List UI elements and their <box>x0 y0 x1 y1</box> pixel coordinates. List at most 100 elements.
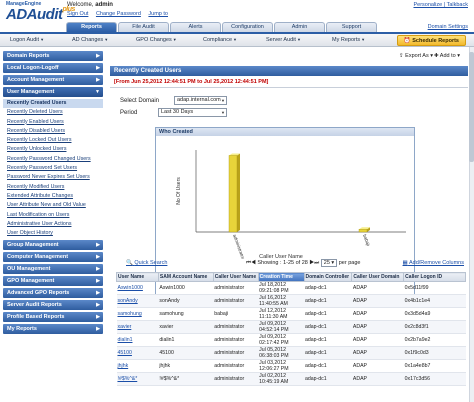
sidebar-group-local-logon[interactable]: Local Logon-Logoff ▶ <box>3 63 103 73</box>
schedule-reports-button[interactable]: ⏰ Schedule Reports <box>396 35 466 46</box>
table-cell: 0x1f9c0d3 <box>403 346 466 360</box>
period-label: Period <box>120 110 138 116</box>
table-row[interactable]: dialin1 dialin1 administrator Jul 09,2012 0… <box>116 333 466 347</box>
search-icon: 🔍 <box>126 260 133 266</box>
sidebar-group-profile-based[interactable]: Profile Based Reports ▶ <box>3 312 103 323</box>
select-domain-dropdown[interactable]: adap.internal.com ▼ <box>174 96 227 105</box>
table-cell: 45100 <box>158 346 214 360</box>
change-password-link[interactable]: Change Password <box>96 11 141 17</box>
col-sam-account[interactable]: SAM Account Name <box>157 272 214 282</box>
subnav-gpo-changes[interactable]: GPO Changes▼ <box>136 37 177 43</box>
sidebar-item[interactable]: Administrative User Actions <box>3 220 103 229</box>
tab-support[interactable]: Support <box>326 22 377 32</box>
sidebar-group-gpo-management[interactable]: GPO Management ▶ <box>3 276 103 287</box>
table-row[interactable]: xavier xavier administrator Jul 09,2012 04:… <box>116 320 466 334</box>
tab-reports[interactable]: Reports <box>66 22 117 32</box>
sidebar-item[interactable]: Recently Locked Out Users <box>3 136 103 145</box>
per-page-select[interactable]: 25 ▾ <box>320 259 338 267</box>
sidebar-item[interactable]: Recently Enabled Users <box>3 118 103 127</box>
sidebar-item[interactable]: Extended Attribute Changes <box>3 192 103 201</box>
scrollbar-thumb[interactable] <box>469 52 474 162</box>
table-cell[interactable]: sonAndy <box>116 294 159 308</box>
sidebar-item[interactable]: Recently Unlocked Users <box>3 145 103 154</box>
table-cell[interactable]: 45100 <box>116 346 159 360</box>
sign-out-link[interactable]: Sign Out <box>67 11 88 17</box>
brand-main: ADAudit <box>6 6 63 23</box>
period-dropdown[interactable]: Last 30 Days ▼ <box>158 108 227 117</box>
sidebar-item[interactable]: User Object History <box>3 229 103 238</box>
table-cell: administrator <box>213 320 259 334</box>
table-cell: administrator <box>213 333 259 347</box>
bar <box>228 155 238 233</box>
table-row[interactable]: 45100 45100 administrator Jul 05,2012 06:38… <box>116 346 466 360</box>
chevron-right-icon: ▶ <box>96 326 100 333</box>
table-row[interactable]: jhjhk jhjhk administrator Jul 03,2012 12:06… <box>116 359 466 373</box>
table-cell: adap-dc1 <box>304 320 352 334</box>
add-remove-columns-link[interactable]: ▦ Add/Remove Columns <box>403 260 464 266</box>
table-cell: ADAP <box>351 372 404 386</box>
export-as-menu[interactable]: ⇪ Export As ▾ <box>399 53 433 59</box>
subnav-my-reports[interactable]: My Reports▼ <box>332 37 365 43</box>
table-cell[interactable]: jhjhk <box>116 359 159 373</box>
sidebar-item[interactable]: Recently Disabled Users <box>3 127 103 136</box>
sidebar-item[interactable]: Recently Modified Users <box>3 183 103 192</box>
sidebar-item-recently-created-users[interactable]: Recently Created Users <box>3 99 103 109</box>
table-cell[interactable]: dialin1 <box>116 333 159 347</box>
subnav-server-audit[interactable]: Server Audit▼ <box>266 37 301 43</box>
table-cell: jhjhk <box>158 359 214 373</box>
sidebar-group-ou-management[interactable]: OU Management ▶ <box>3 264 103 275</box>
sidebar-item[interactable]: Password Never Expires Set Users <box>3 173 103 182</box>
chevron-right-icon: ▶ <box>96 53 100 59</box>
sidebar-group-group-management[interactable]: Group Management ▶ <box>3 240 103 251</box>
tab-alerts[interactable]: Alerts <box>170 22 221 32</box>
sidebar-group-domain-reports[interactable]: Domain Reports ▶ <box>3 51 103 61</box>
col-user-name[interactable]: User Name <box>116 272 159 282</box>
table-cell[interactable]: samohung <box>116 307 159 321</box>
sidebar-group-advanced-gpo[interactable]: Advanced GPO Reports ▶ <box>3 288 103 299</box>
sidebar-item[interactable]: Recently Deleted Users <box>3 108 103 117</box>
sidebar-item[interactable]: Last Modification on Users <box>3 211 103 220</box>
col-caller-user[interactable]: Caller User Name <box>212 272 259 282</box>
table-cell: 0x4b1c1e4 <box>403 294 466 308</box>
table-cell[interactable]: Aswin1000 <box>116 281 159 295</box>
subnav-ad-changes[interactable]: AD Changes▼ <box>72 37 108 43</box>
add-to-menu[interactable]: ✚ Add to ▾ <box>434 53 460 59</box>
table-row[interactable]: !#$%^&* !#$%^&* administrator Jul 02,2012 1… <box>116 372 466 386</box>
table-row[interactable]: sonAndy sonAndy administrator Jul 16,2012 1… <box>116 294 466 308</box>
subnav-logon-audit[interactable]: Logon Audit▼ <box>10 37 44 43</box>
last-page-icon[interactable]: ⏭ <box>314 260 319 266</box>
personalize-talkback-links[interactable]: Personalize | Talkback <box>413 2 468 8</box>
table-cell: ADAP <box>351 281 404 295</box>
sidebar-group-account-management[interactable]: Account Management ▶ <box>3 75 103 85</box>
date-range: [From Jun 25,2012 12:44:51 PM to Jul 25,… <box>114 79 269 85</box>
sidebar-group-computer-management[interactable]: Computer Management ▶ <box>3 252 103 263</box>
col-caller-logon-id[interactable]: Caller Logon ID <box>403 272 466 282</box>
header-links: Sign Out Change Password Jump to <box>67 11 174 17</box>
sidebar-group-user-management[interactable]: User Management ▼ <box>3 87 103 97</box>
tab-configuration[interactable]: Configuration <box>222 22 273 32</box>
subnav-compliance[interactable]: Compliance▼ <box>203 37 237 43</box>
col-caller-domain[interactable]: Caller User Domain <box>351 272 405 282</box>
table-cell: Jul 12,2012 11:11:30 AM <box>258 307 304 321</box>
table-row[interactable]: Aswin1000 Aswin1000 administrator Jul 18,20… <box>116 281 466 295</box>
prev-page-icon[interactable]: ◀ <box>251 260 256 266</box>
logo[interactable]: ADAuditplus <box>6 6 75 23</box>
col-creation-time[interactable]: Creation Time <box>257 272 305 282</box>
quick-search-link[interactable]: 🔍 Quick Search <box>126 260 167 266</box>
sidebar-item[interactable]: Recently Password Changed Users <box>3 155 103 164</box>
table-row[interactable]: samohung samohung babaji Jul 12,2012 11:11:… <box>116 307 466 321</box>
table-cell[interactable]: xavier <box>116 320 159 334</box>
jump-to-link[interactable]: Jump to <box>148 11 168 17</box>
tab-file-audit[interactable]: File Audit <box>118 22 169 32</box>
tab-admin[interactable]: Admin <box>274 22 325 32</box>
domain-settings-link[interactable]: Domain Settings <box>428 24 468 30</box>
chevron-down-icon: ▼ <box>221 110 225 115</box>
sidebar-item[interactable]: Recently Password Set Users <box>3 164 103 173</box>
main-tabs: Reports File Audit Alerts Configuration … <box>66 22 377 32</box>
sidebar-group-server-audit[interactable]: Server Audit Reports ▶ <box>3 300 103 311</box>
table-cell[interactable]: !#$%^&* <box>116 372 159 386</box>
sidebar-item[interactable]: User Attribute New and Old Value <box>3 201 103 210</box>
table-cell: administrator <box>213 346 259 360</box>
col-domain-controller[interactable]: Domain Controller <box>303 272 353 282</box>
sidebar-group-my-reports[interactable]: My Reports ▶ <box>3 324 103 335</box>
